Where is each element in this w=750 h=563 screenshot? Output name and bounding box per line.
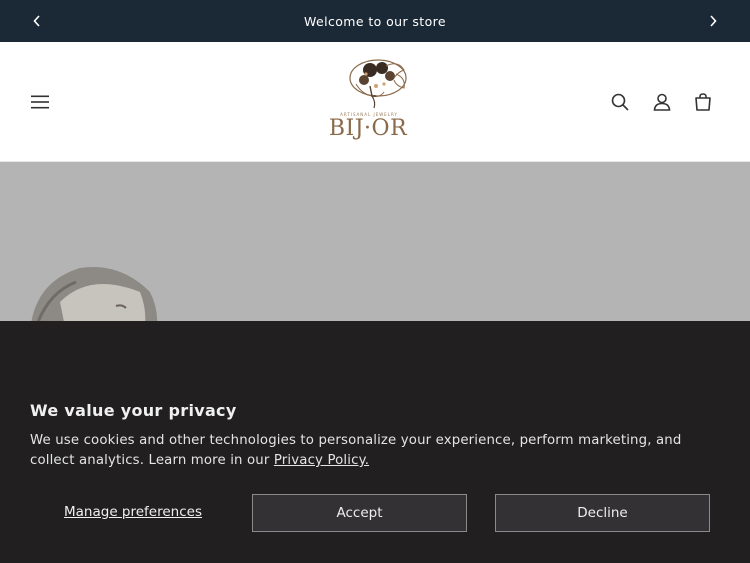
account-icon[interactable] xyxy=(650,90,674,114)
announcement-bar: Welcome to our store xyxy=(0,0,750,42)
hamburger-menu-icon[interactable] xyxy=(28,90,52,114)
cookie-description: We use cookies and other technologies to… xyxy=(30,431,730,471)
decline-button[interactable]: Decline xyxy=(495,494,710,532)
chevron-right-icon[interactable] xyxy=(703,11,723,31)
search-icon[interactable] xyxy=(608,90,632,114)
store-logo[interactable]: ARTISANAL JEWELRY BIJ·OR xyxy=(326,56,424,148)
cart-icon[interactable] xyxy=(691,90,715,114)
chevron-left-icon[interactable] xyxy=(27,11,47,31)
announcement-message: Welcome to our store xyxy=(304,13,446,29)
hero-figure xyxy=(31,267,158,322)
accept-button[interactable]: Accept xyxy=(252,494,467,532)
cookie-title: We value your privacy xyxy=(30,401,237,420)
cookie-banner: We value your privacy We use cookies and… xyxy=(0,321,750,563)
privacy-policy-link[interactable]: Privacy Policy. xyxy=(274,453,369,468)
hero-image xyxy=(0,162,750,322)
manage-preferences-link[interactable]: Manage preferences xyxy=(64,504,202,520)
site-header: ARTISANAL JEWELRY BIJ·OR xyxy=(0,42,750,162)
logo-text: BIJ·OR xyxy=(328,116,408,141)
